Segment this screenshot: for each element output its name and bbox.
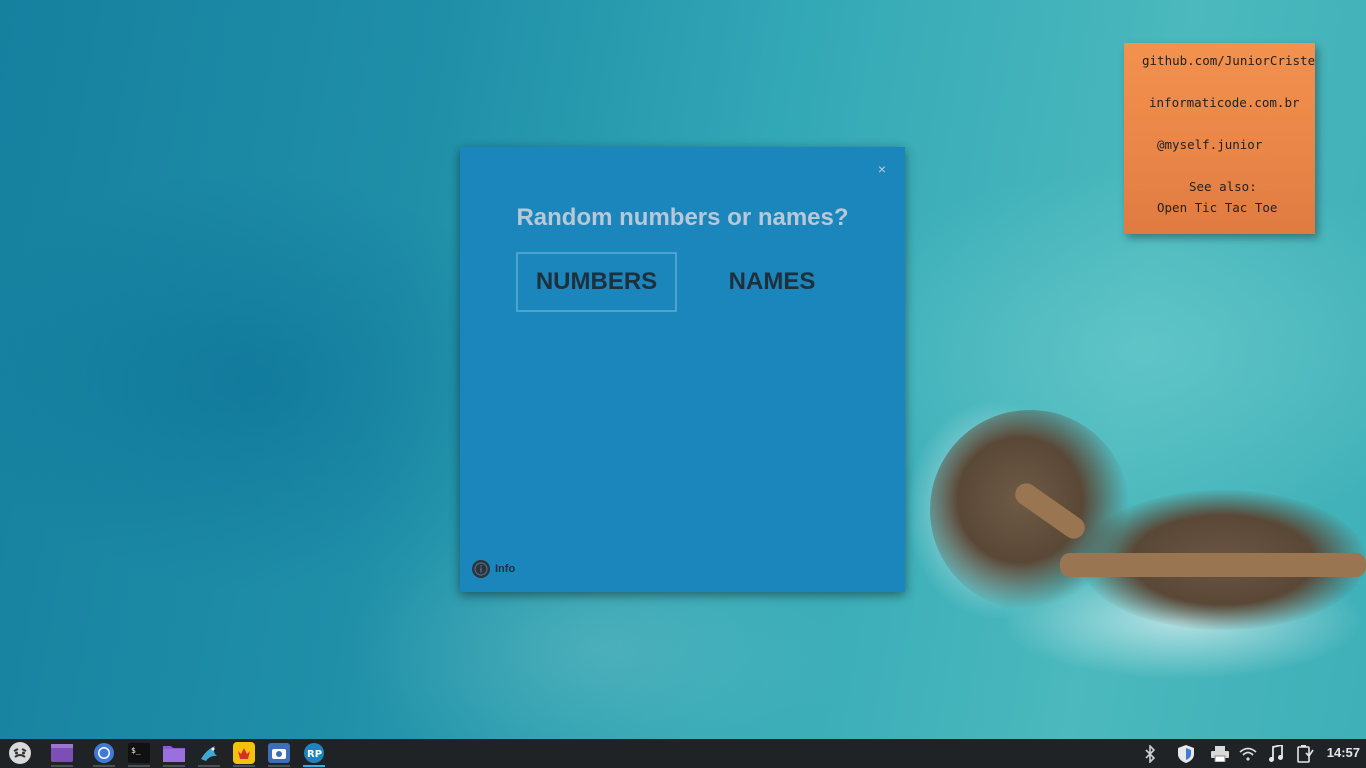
screenshot-icon[interactable] bbox=[264, 741, 294, 767]
numbers-button[interactable]: NUMBERS bbox=[516, 252, 677, 312]
info-label: Info bbox=[495, 563, 516, 575]
sticky-line-website: informaticode.com.br bbox=[1149, 95, 1300, 110]
window-icon[interactable] bbox=[47, 741, 77, 767]
sticky-line-see-also: See also: bbox=[1189, 179, 1257, 194]
info-link[interactable]: Info bbox=[472, 560, 515, 578]
terminal-icon[interactable]: $_ bbox=[124, 741, 154, 767]
svg-text:RP: RP bbox=[307, 749, 322, 760]
pier bbox=[1060, 553, 1366, 577]
sticky-line-handle: @myself.junior bbox=[1157, 137, 1263, 152]
chromium-icon[interactable] bbox=[89, 741, 119, 767]
battery-icon[interactable] bbox=[1294, 743, 1316, 765]
sticky-line-tic-tac-toe: Open Tic Tac Toe bbox=[1157, 200, 1278, 215]
printer-icon[interactable] bbox=[1209, 743, 1231, 765]
folder-icon[interactable] bbox=[159, 741, 189, 767]
numbers-button-label: NUMBERS bbox=[535, 268, 658, 295]
sticky-line-github: github.com/JuniorCriste bbox=[1142, 53, 1316, 68]
close-button[interactable]: × bbox=[875, 161, 889, 177]
names-button-label: NAMES bbox=[728, 268, 816, 295]
yellow-app-icon[interactable] bbox=[229, 741, 259, 767]
wifi-icon[interactable] bbox=[1237, 743, 1259, 765]
shield-icon[interactable] bbox=[1175, 743, 1197, 765]
gecko-icon[interactable] bbox=[194, 741, 224, 767]
app-window: × Random numbers or names? NUMBERS NAMES… bbox=[460, 147, 905, 592]
names-button[interactable]: NAMES bbox=[692, 252, 852, 312]
clock[interactable]: 14:57 bbox=[1327, 745, 1360, 760]
bluetooth-icon[interactable] bbox=[1139, 743, 1161, 765]
svg-text:$_: $_ bbox=[131, 746, 141, 755]
sticky-note[interactable]: github.com/JuniorCriste informaticode.co… bbox=[1124, 43, 1315, 234]
info-icon bbox=[472, 560, 490, 578]
random-picker-icon[interactable]: RP bbox=[299, 741, 329, 767]
music-icon[interactable] bbox=[1265, 743, 1287, 765]
taskbar: $_ RP 14:57 bbox=[0, 739, 1366, 768]
menu-icon[interactable] bbox=[5, 741, 35, 765]
window-title: Random numbers or names? bbox=[516, 204, 849, 231]
